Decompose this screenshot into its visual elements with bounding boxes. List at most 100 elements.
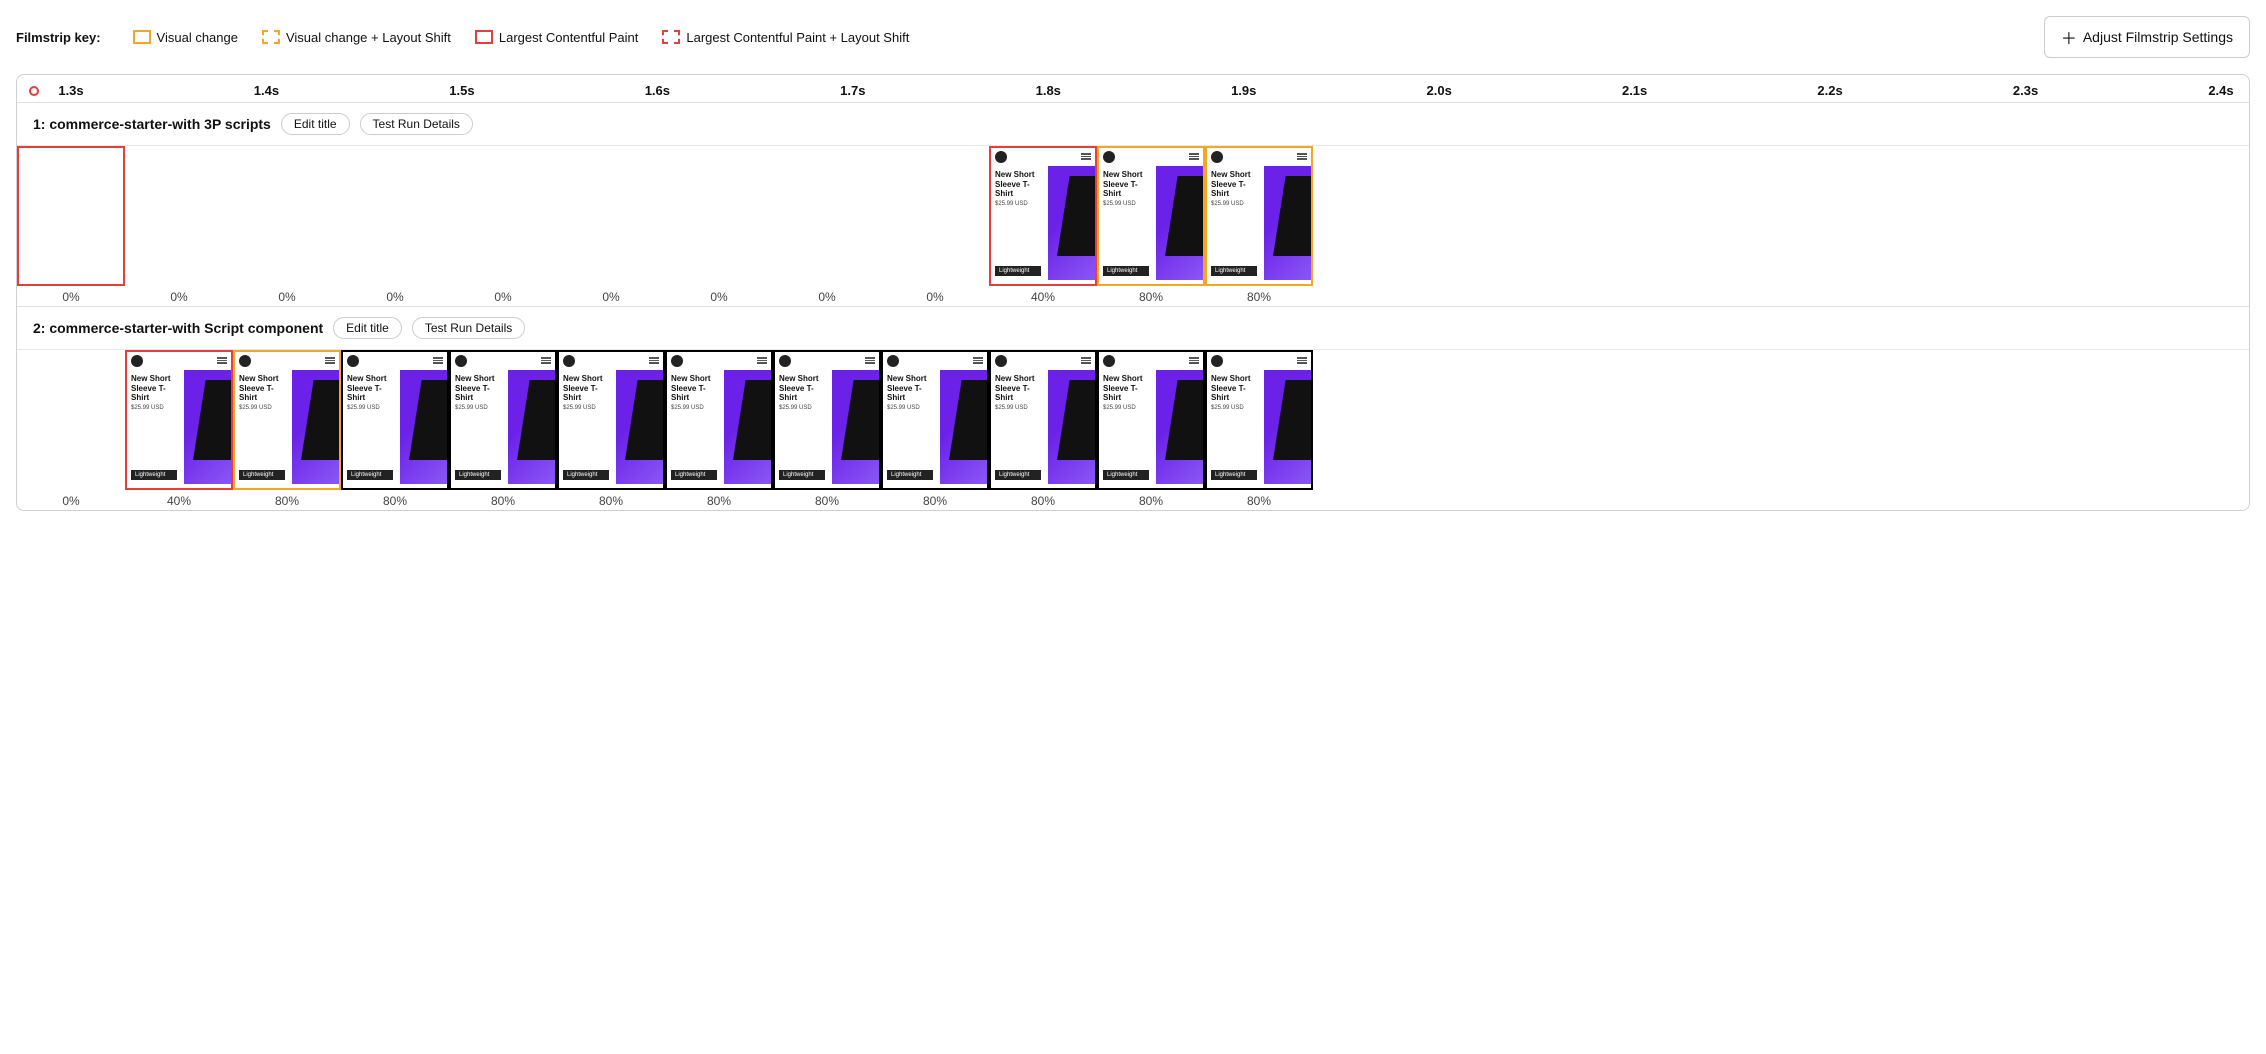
product-img-col — [505, 370, 555, 484]
product-text-col: New Short Sleeve T-Shirt $25.99 USD Ligh… — [451, 370, 505, 484]
frame-wrapper-s2-f11[interactable]: New Short Sleeve T-Shirt $25.99 USD Ligh… — [1097, 350, 1205, 490]
product-icon-lines — [433, 355, 443, 367]
frame-percent-s1-f6: 0% — [602, 286, 619, 306]
test-run-button-2[interactable]: Test Run Details — [412, 317, 525, 339]
product-icon-lines — [1297, 151, 1307, 163]
tick-1.6s: 1.6s — [637, 83, 677, 98]
product-body: New Short Sleeve T-Shirt $25.99 USD Ligh… — [883, 370, 987, 484]
tick-2.1s: 2.1s — [1615, 83, 1655, 98]
frame-percent-s1-f12: 80% — [1247, 286, 1271, 306]
product-top-bar — [1099, 352, 1203, 370]
product-card: New Short Sleeve T-Shirt $25.99 USD Ligh… — [451, 352, 555, 488]
frame-wrapper-s1-f10[interactable]: New Short Sleeve T-Shirt $25.99 USD Ligh… — [989, 146, 1097, 286]
frame-wrapper-s1-f1[interactable] — [17, 146, 125, 286]
section-header-2: 2: commerce-starter-with Script componen… — [17, 307, 2249, 349]
frame-wrapper-s1-f3[interactable] — [233, 146, 341, 286]
frame-wrapper-s2-f7[interactable]: New Short Sleeve T-Shirt $25.99 USD Ligh… — [665, 350, 773, 490]
frame-wrapper-s1-f12[interactable]: New Short Sleeve T-Shirt $25.99 USD Ligh… — [1205, 146, 1313, 286]
legend-item-visual-change: Visual change — [133, 30, 238, 45]
table-row: 0% — [17, 350, 125, 510]
frame-wrapper-s2-f2[interactable]: New Short Sleeve T-Shirt $25.99 USD Ligh… — [125, 350, 233, 490]
adjust-filmstrip-button[interactable]: ＋ Adjust Filmstrip Settings — [2044, 16, 2250, 58]
product-card: New Short Sleeve T-Shirt $25.99 USD Ligh… — [127, 352, 231, 488]
product-price: $25.99 USD — [995, 405, 1041, 411]
product-body: New Short Sleeve T-Shirt $25.99 USD Ligh… — [1099, 370, 1203, 484]
legend-text-lcp-layout-shift: Largest Contentful Paint + Layout Shift — [686, 30, 909, 45]
frame-wrapper-s2-f3[interactable]: New Short Sleeve T-Shirt $25.99 USD Ligh… — [233, 350, 341, 490]
product-icon-circle — [671, 355, 683, 367]
product-title: New Short Sleeve T-Shirt — [347, 374, 393, 403]
frame-wrapper-s2-f8[interactable]: New Short Sleeve T-Shirt $25.99 USD Ligh… — [773, 350, 881, 490]
product-body: New Short Sleeve T-Shirt $25.99 USD Ligh… — [1099, 166, 1203, 280]
tick-2.3s: 2.3s — [2006, 83, 2046, 98]
frame-wrapper-s2-f5[interactable]: New Short Sleeve T-Shirt $25.99 USD Ligh… — [449, 350, 557, 490]
product-icon-lines — [1081, 151, 1091, 163]
frame-wrapper-s2-f10[interactable]: New Short Sleeve T-Shirt $25.99 USD Ligh… — [989, 350, 1097, 490]
frame-wrapper-s2-f4[interactable]: New Short Sleeve T-Shirt $25.99 USD Ligh… — [341, 350, 449, 490]
product-price: $25.99 USD — [887, 405, 933, 411]
frame-wrapper-s2-f9[interactable]: New Short Sleeve T-Shirt $25.99 USD Ligh… — [881, 350, 989, 490]
product-icon-circle — [1103, 151, 1115, 163]
product-title: New Short Sleeve T-Shirt — [239, 374, 285, 403]
product-text-col: New Short Sleeve T-Shirt $25.99 USD Ligh… — [235, 370, 289, 484]
product-icon-lines — [973, 355, 983, 367]
edit-title-button-2[interactable]: Edit title — [333, 317, 402, 339]
frame-wrapper-s1-f9[interactable] — [881, 146, 989, 286]
product-title: New Short Sleeve T-Shirt — [1211, 170, 1257, 199]
product-price: $25.99 USD — [1103, 405, 1149, 411]
frame-wrapper-s1-f6[interactable] — [557, 146, 665, 286]
product-title: New Short Sleeve T-Shirt — [455, 374, 501, 403]
product-title: New Short Sleeve T-Shirt — [779, 374, 825, 403]
frame-percent-s1-f5: 0% — [494, 286, 511, 306]
product-card: New Short Sleeve T-Shirt $25.99 USD Ligh… — [559, 352, 663, 488]
product-badge: Lightweight — [1211, 470, 1257, 480]
frame-percent-s2-f9: 80% — [923, 490, 947, 510]
frame-wrapper-s2-f12[interactable]: New Short Sleeve T-Shirt $25.99 USD Ligh… — [1205, 350, 1313, 490]
product-card: New Short Sleeve T-Shirt $25.99 USD Ligh… — [1207, 352, 1311, 488]
product-badge: Lightweight — [563, 470, 609, 480]
frame-wrapper-s1-f2[interactable] — [125, 146, 233, 286]
product-icon-circle — [131, 355, 143, 367]
frame-wrapper-s1-f7[interactable] — [665, 146, 773, 286]
frame-wrapper-s2-f6[interactable]: New Short Sleeve T-Shirt $25.99 USD Ligh… — [557, 350, 665, 490]
product-icon-lines — [865, 355, 875, 367]
frame-wrapper-s1-f11[interactable]: New Short Sleeve T-Shirt $25.99 USD Ligh… — [1097, 146, 1205, 286]
frames-row-1: 0%0%0%0%0%0%0%0%0% New Short Sleeve T-Sh… — [17, 145, 2249, 306]
product-card: New Short Sleeve T-Shirt $25.99 USD Ligh… — [235, 352, 339, 488]
edit-title-button-1[interactable]: Edit title — [281, 113, 350, 135]
product-body: New Short Sleeve T-Shirt $25.99 USD Ligh… — [343, 370, 447, 484]
adjust-filmstrip-label: Adjust Filmstrip Settings — [2083, 29, 2233, 45]
frame-wrapper-s2-f1[interactable] — [17, 350, 125, 490]
legend-label: Filmstrip key: — [16, 30, 101, 45]
product-top-bar — [883, 352, 987, 370]
test-run-button-1[interactable]: Test Run Details — [360, 113, 473, 135]
product-icon-lines — [649, 355, 659, 367]
product-title: New Short Sleeve T-Shirt — [1103, 170, 1149, 199]
product-text-col: New Short Sleeve T-Shirt $25.99 USD Ligh… — [343, 370, 397, 484]
product-icon-lines — [325, 355, 335, 367]
table-row: 0% — [341, 146, 449, 306]
legend-item-visual-change-layout-shift: Visual change + Layout Shift — [262, 30, 451, 45]
product-text-col: New Short Sleeve T-Shirt $25.99 USD Ligh… — [1099, 166, 1153, 280]
table-row: New Short Sleeve T-Shirt $25.99 USD Ligh… — [1205, 350, 1313, 510]
product-top-bar — [991, 352, 1095, 370]
product-price: $25.99 USD — [1211, 405, 1257, 411]
timeline-ticks: 1.3s1.4s1.5s1.6s1.7s1.8s1.9s2.0s2.1s2.2s… — [43, 83, 2249, 98]
tick-2.0s: 2.0s — [1419, 83, 1459, 98]
frame-wrapper-s1-f4[interactable] — [341, 146, 449, 286]
product-text-col: New Short Sleeve T-Shirt $25.99 USD Ligh… — [991, 370, 1045, 484]
product-top-bar — [775, 352, 879, 370]
table-row: 0% — [665, 146, 773, 306]
product-title: New Short Sleeve T-Shirt — [131, 374, 177, 403]
frame-wrapper-s1-f8[interactable] — [773, 146, 881, 286]
product-icon-circle — [995, 151, 1007, 163]
frame-percent-s2-f5: 80% — [491, 490, 515, 510]
product-body: New Short Sleeve T-Shirt $25.99 USD Ligh… — [1207, 166, 1311, 280]
frame-wrapper-s1-f5[interactable] — [449, 146, 557, 286]
table-row: 0% — [233, 146, 341, 306]
product-body: New Short Sleeve T-Shirt $25.99 USD Ligh… — [775, 370, 879, 484]
frames-row-2: 0% New Short Sleeve T-Shirt $25.99 USD L… — [17, 349, 2249, 510]
legend-text-lcp: Largest Contentful Paint — [499, 30, 638, 45]
product-price: $25.99 USD — [347, 405, 393, 411]
section-header-1: 1: commerce-starter-with 3P scripts Edit… — [17, 103, 2249, 145]
